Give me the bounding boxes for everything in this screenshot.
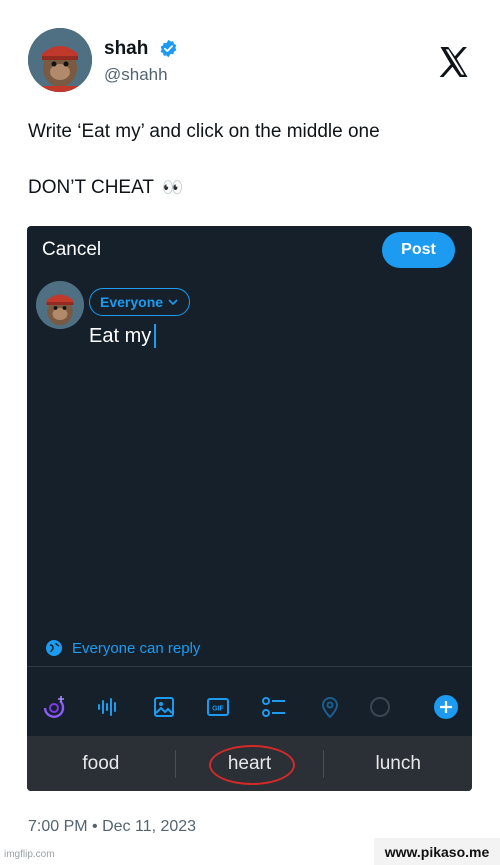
toolbar-divider (27, 666, 472, 667)
red-highlight-circle (208, 744, 295, 785)
poll-icon[interactable] (261, 694, 287, 720)
verified-badge-icon (160, 39, 177, 58)
audience-selector[interactable]: Everyone (89, 288, 191, 316)
chevron-down-icon (168, 299, 178, 306)
add-icon[interactable] (433, 694, 459, 720)
keyboard-suggestion-bar: food heart lunch (27, 736, 472, 791)
compose-text: Eat my (89, 324, 152, 347)
suggestion-lunch[interactable]: lunch (324, 753, 472, 775)
composer-toolbar: GIF (27, 686, 472, 726)
text-caret (154, 324, 157, 348)
author-handle[interactable]: @shahh (104, 65, 168, 85)
grok-icon[interactable] (41, 694, 67, 720)
reply-setting[interactable]: Everyone can reply (45, 639, 200, 657)
x-logo-icon[interactable] (436, 44, 472, 80)
eyes-emoji: 👀 (161, 178, 184, 197)
tweet-text-caps: DON’T CHEAT (28, 177, 154, 198)
tweet-text-line-1: Write ‘Eat my’ and click on the middle o… (28, 121, 380, 142)
tweet-text-line-2: DON’T CHEAT 👀 (28, 177, 183, 199)
gif-icon[interactable]: GIF (205, 694, 231, 720)
pikaso-watermark: www.pikaso.me (374, 838, 500, 865)
suggestion-heart[interactable]: heart (176, 744, 324, 785)
author-avatar[interactable] (28, 28, 92, 92)
compose-input[interactable]: Eat my (89, 324, 157, 348)
author-name[interactable]: shah (104, 38, 148, 60)
globe-icon (46, 640, 62, 656)
post-button[interactable]: Post (382, 232, 455, 268)
cancel-button[interactable]: Cancel (42, 239, 101, 261)
audience-label: Everyone (100, 294, 164, 310)
audio-icon[interactable] (95, 694, 121, 720)
location-icon[interactable] (317, 694, 343, 720)
imgflip-watermark: imgflip.com (4, 849, 55, 860)
composer-avatar (36, 281, 84, 329)
compose-screenshot: Cancel Post Everyone Eat my Everyone can… (27, 226, 472, 791)
suggestion-food[interactable]: food (27, 753, 175, 775)
tweet-timestamp[interactable]: 7:00 PM • Dec 11, 2023 (28, 818, 196, 836)
svg-text:GIF: GIF (212, 706, 224, 713)
reply-setting-label: Everyone can reply (72, 639, 201, 657)
progress-ring-icon (367, 694, 393, 720)
image-icon[interactable] (151, 694, 177, 720)
